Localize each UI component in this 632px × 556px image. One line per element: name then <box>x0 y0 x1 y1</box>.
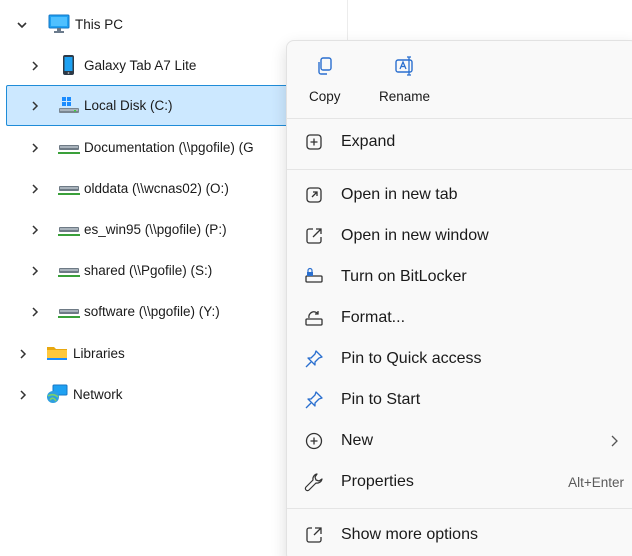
chevron-right-icon[interactable] <box>14 374 32 415</box>
tree-item-label: Galaxy Tab A7 Lite <box>84 58 197 73</box>
menu-item-label: Turn on BitLocker <box>341 268 467 285</box>
menu-item-show-more-options[interactable]: Show more options <box>293 516 631 554</box>
new-window-icon <box>304 226 324 246</box>
plus-square-icon <box>304 132 324 152</box>
menu-item-label: Open in new tab <box>341 186 458 203</box>
share-icon <box>304 525 324 545</box>
copy-icon <box>314 55 336 77</box>
rename-label: Rename <box>379 89 431 104</box>
tablet-icon <box>58 55 80 75</box>
menu-item-label: Show more options <box>341 526 478 543</box>
menu-item-bitlocker[interactable]: Turn on BitLocker <box>293 258 631 296</box>
copy-label: Copy <box>309 89 341 104</box>
network-drive-icon <box>58 260 80 280</box>
format-icon <box>304 308 324 328</box>
chevron-right-icon[interactable] <box>14 333 32 374</box>
chevron-down-icon[interactable] <box>13 4 31 45</box>
menu-item-new[interactable]: New <box>293 422 631 460</box>
plus-circle-icon <box>304 431 324 451</box>
menu-item-label: New <box>341 432 374 449</box>
menu-item-label: Pin to Start <box>341 391 421 408</box>
network-icon <box>46 384 68 404</box>
menu-item-open-new-tab[interactable]: Open in new tab <box>293 176 631 214</box>
tree-item-label: Documentation (\\pgofile) (G <box>84 140 254 155</box>
tree-item-label: shared (\\Pgofile) (S:) <box>84 263 213 278</box>
menu-separator <box>287 118 632 119</box>
tree-item-label: es_win95 (\\pgofile) (P:) <box>84 222 227 237</box>
chevron-right-icon[interactable] <box>26 250 44 291</box>
wrench-icon <box>304 472 324 492</box>
menu-item-label: Expand <box>341 133 396 150</box>
menu-item-pin-quick-access[interactable]: Pin to Quick access <box>293 340 631 378</box>
tree-item-label: This PC <box>75 17 124 32</box>
chevron-right-icon[interactable] <box>26 291 44 332</box>
menu-item-expand[interactable]: Expand <box>293 123 631 161</box>
network-drive-icon <box>58 219 80 239</box>
quick-actions-bar: Copy Rename <box>287 41 632 113</box>
context-menu: Copy Rename Expand Open in new tab Open … <box>286 40 632 556</box>
chevron-right-icon <box>609 434 619 448</box>
network-drive-icon <box>58 137 80 157</box>
new-tab-icon <box>304 185 324 205</box>
pin-icon <box>304 349 324 369</box>
menu-item-label: Format... <box>341 309 406 326</box>
pin-icon <box>304 390 324 410</box>
chevron-right-icon[interactable] <box>26 45 44 86</box>
chevron-right-icon[interactable] <box>26 209 44 250</box>
network-drive-icon <box>58 178 80 198</box>
tree-item-label: software (\\pgofile) (Y:) <box>84 304 220 319</box>
chevron-right-icon[interactable] <box>26 127 44 168</box>
menu-separator <box>287 169 632 170</box>
menu-item-pin-start[interactable]: Pin to Start <box>293 381 631 419</box>
windows-drive-icon <box>58 95 80 115</box>
rename-icon <box>394 55 416 77</box>
menu-separator <box>287 508 632 509</box>
chevron-right-icon[interactable] <box>26 85 44 126</box>
menu-item-properties[interactable]: Properties Alt+Enter <box>293 463 631 501</box>
shortcut-hint: Alt+Enter <box>568 474 624 490</box>
tree-item-label: Libraries <box>73 346 125 361</box>
bitlocker-icon <box>304 267 324 287</box>
rename-button[interactable]: Rename <box>379 51 430 113</box>
tree-item-label: olddata (\\wcnas02) (O:) <box>84 181 229 196</box>
copy-button[interactable]: Copy <box>309 51 341 113</box>
monitor-icon <box>48 14 70 34</box>
menu-item-open-new-window[interactable]: Open in new window <box>293 217 631 255</box>
menu-item-label: Pin to Quick access <box>341 350 482 367</box>
menu-item-label: Properties <box>341 473 414 490</box>
menu-item-label: Open in new window <box>341 227 489 244</box>
folder-icon <box>46 343 68 363</box>
tree-item-label: Network <box>73 387 123 402</box>
menu-item-format[interactable]: Format... <box>293 299 631 337</box>
network-drive-icon <box>58 301 80 321</box>
tree-item-label: Local Disk (C:) <box>84 98 173 113</box>
tree-item-this-pc[interactable]: This PC <box>0 4 340 45</box>
chevron-right-icon[interactable] <box>26 168 44 209</box>
